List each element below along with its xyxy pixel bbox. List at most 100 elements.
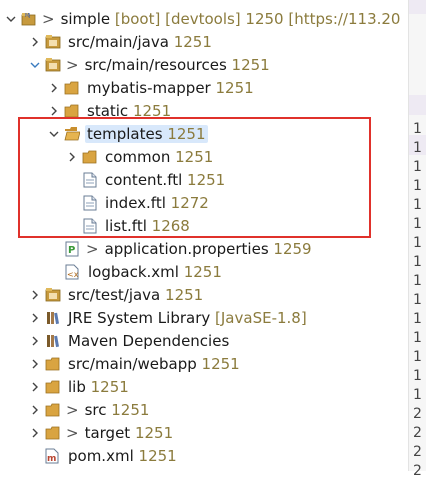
item-label: src/main/resources xyxy=(84,55,227,74)
expand-arrow-icon[interactable] xyxy=(48,82,60,94)
item-rev: 1251 xyxy=(134,423,174,442)
item-label: src/main/java xyxy=(68,32,169,51)
tree-row-target[interactable]: > target 1251 xyxy=(0,421,408,444)
tree-row-index-ftl[interactable]: index.ftl 1272 xyxy=(0,191,408,214)
tree-row-src-main-resources[interactable]: > src/main/resources 1251 xyxy=(0,53,408,76)
file-icon xyxy=(81,195,99,211)
folder-icon xyxy=(44,379,62,395)
folder-icon xyxy=(44,356,62,372)
expand-arrow-icon[interactable] xyxy=(29,289,41,301)
item-label: common xyxy=(105,147,171,166)
expand-arrow-icon[interactable] xyxy=(29,36,41,48)
tree-row-maven-deps[interactable]: Maven Dependencies xyxy=(0,329,408,352)
tree-row-templates[interactable]: templates 1251 xyxy=(0,122,408,145)
project-name: simple xyxy=(60,9,111,28)
project-decorator: > xyxy=(42,9,55,28)
tree-row-common[interactable]: common 1251 xyxy=(0,145,408,168)
collapse-arrow-icon[interactable] xyxy=(29,59,41,71)
tree-row-static[interactable]: static 1251 xyxy=(0,99,408,122)
gutter-highlight xyxy=(409,0,426,14)
folder-icon xyxy=(44,402,62,418)
line-number: 1 xyxy=(413,216,422,232)
item-label: Maven Dependencies xyxy=(68,331,230,350)
tree-row-src[interactable]: > src 1251 xyxy=(0,398,408,421)
tree-row-src-main-webapp[interactable]: src/main/webapp 1251 xyxy=(0,352,408,375)
tree-row-project[interactable]: MJ > simple [boot] [devtools] 1250 [http… xyxy=(0,7,408,30)
line-number: 1 xyxy=(413,387,422,403)
tree-row-jre-library[interactable]: JRE System Library [JavaSE-1.8] xyxy=(0,306,408,329)
expand-arrow-icon[interactable] xyxy=(29,427,41,439)
expand-arrow-icon[interactable] xyxy=(29,404,41,416)
library-icon xyxy=(44,333,62,349)
project-icon: MJ xyxy=(20,11,38,27)
file-icon xyxy=(81,172,99,188)
line-number: 2 xyxy=(413,425,422,441)
item-decorator: > xyxy=(66,423,79,442)
item-label: src/main/webapp xyxy=(68,354,197,373)
line-number: 1 xyxy=(413,235,422,251)
line-number: 1 xyxy=(413,368,422,384)
properties-file-icon: P xyxy=(64,241,82,257)
expand-arrow-icon[interactable] xyxy=(29,335,41,347)
tree-row-content-ftl[interactable]: content.ftl 1251 xyxy=(0,168,408,191)
expand-arrow-icon[interactable] xyxy=(29,358,41,370)
tree-row-pom-xml[interactable]: m pom.xml 1251 xyxy=(0,444,408,467)
collapse-arrow-icon[interactable] xyxy=(48,128,60,140)
tree-row-src-test-java[interactable]: src/test/java 1251 xyxy=(0,283,408,306)
expand-arrow-icon[interactable] xyxy=(48,105,60,117)
item-rev: 1251 xyxy=(231,55,270,74)
source-folder-icon xyxy=(44,287,62,303)
folder-icon xyxy=(44,425,62,441)
item-rev: 1251 xyxy=(167,124,206,143)
expand-arrow-icon[interactable] xyxy=(29,381,41,393)
tree-row-lib[interactable]: lib 1251 xyxy=(0,375,408,398)
tree-row-logback-xml[interactable]: <x logback.xml 1251 xyxy=(0,260,408,283)
open-folder-icon xyxy=(63,126,81,142)
item-rev: 1251 xyxy=(132,101,172,120)
item-decorator: > xyxy=(66,55,79,74)
package-explorer-tree: MJ > simple [boot] [devtools] 1250 [http… xyxy=(0,0,408,471)
svg-text:<x: <x xyxy=(67,270,79,279)
line-number: 1 xyxy=(413,273,422,289)
tree-row-application-properties[interactable]: P > application.properties 1259 xyxy=(0,237,408,260)
item-rev: 1251 xyxy=(165,285,204,304)
item-label: pom.xml xyxy=(68,446,134,465)
item-label: static xyxy=(87,101,129,120)
item-label: application.properties xyxy=(104,239,269,258)
folder-icon xyxy=(81,149,99,165)
item-rev: 1251 xyxy=(173,32,212,51)
tree-row-mybatis-mapper[interactable]: mybatis-mapper 1251 xyxy=(0,76,408,99)
item-label: src xyxy=(84,400,107,419)
item-decorator: > xyxy=(66,400,79,419)
line-number: 1 xyxy=(413,197,422,213)
expand-arrow-icon[interactable] xyxy=(66,151,78,163)
item-rev: 1251 xyxy=(138,446,177,465)
item-extra: [JavaSE-1.8] xyxy=(215,308,307,327)
line-number: 2 xyxy=(413,406,422,422)
item-rev: 1251 xyxy=(215,78,254,97)
line-number: 1 xyxy=(413,292,422,308)
item-label: src/test/java xyxy=(68,285,161,304)
line-number: 1 xyxy=(413,349,422,365)
item-rev: 1251 xyxy=(175,147,214,166)
tree-row-list-ftl[interactable]: list.ftl 1268 xyxy=(0,214,408,237)
item-rev: 1268 xyxy=(151,216,190,235)
item-label: list.ftl xyxy=(105,216,147,235)
source-folder-icon xyxy=(44,34,62,50)
line-number: 1 xyxy=(413,330,422,346)
gutter-highlight xyxy=(409,95,426,115)
collapse-arrow-icon[interactable] xyxy=(5,13,17,25)
item-label: index.ftl xyxy=(105,193,166,212)
expand-arrow-icon[interactable] xyxy=(29,312,41,324)
item-label: content.ftl xyxy=(105,170,183,189)
editor-gutter: 1 1 1 1 1 1 1 1 1 1 1 1 1 1 1 2 2 2 2 xyxy=(408,0,426,479)
line-number: 1 xyxy=(413,140,422,156)
svg-text:m: m xyxy=(47,454,56,464)
item-label: templates xyxy=(87,124,163,143)
library-icon xyxy=(44,310,62,326)
item-rev: 1251 xyxy=(183,262,222,281)
tree-row-src-main-java[interactable]: src/main/java 1251 xyxy=(0,30,408,53)
item-rev: 1272 xyxy=(170,193,209,212)
folder-icon xyxy=(63,103,81,119)
item-rev: 1251 xyxy=(187,170,226,189)
